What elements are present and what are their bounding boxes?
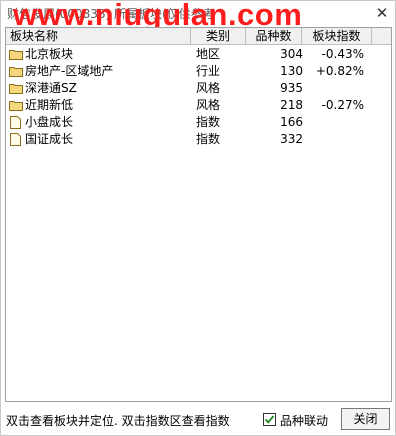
row-index [308,80,376,97]
row-count: 304 [280,47,303,61]
row-index: -0.27% [321,98,364,112]
column-header-index[interactable]: 板块指数 [302,28,372,44]
row-name: 深港通SZ [25,81,77,95]
column-header-count[interactable]: 品种数 [246,28,302,44]
row-index [308,131,376,148]
table-row[interactable]: 深港通SZ 风格 935 [6,80,391,97]
row-category: 风格 [196,98,221,112]
hint-text: 双击查看板块并定位. 双击指数区查看指数 [6,414,230,428]
row-count: 166 [280,115,303,129]
row-name: 北京板块 [25,47,74,61]
folder-icon [9,67,23,77]
row-category: 行业 [196,64,221,78]
sync-checkbox-label[interactable]: 品种联动 [280,412,328,429]
checkmark-icon [264,415,275,424]
table-row[interactable]: 近期新低 风格 218 -0.27% [6,97,391,114]
table-row[interactable]: 国证成长 指数 332 [6,131,391,148]
folder-icon [9,101,23,111]
footer-bar: 双击查看板块并定位. 双击指数区查看指数 品种联动 关闭 [1,403,395,435]
row-name: 国证成长 [25,132,74,146]
row-name: 房地产-区域地产 [25,64,114,78]
row-count: 130 [280,64,303,78]
folder-icon [9,84,23,94]
row-index [308,114,376,131]
row-category: 风格 [196,81,221,95]
document-icon [10,133,21,146]
column-header-category[interactable]: 类别 [191,28,246,44]
sync-checkbox[interactable] [263,413,276,426]
row-name: 近期新低 [25,98,74,112]
table-row[interactable]: 北京板块 地区 304 -0.43% [6,46,391,63]
row-index: -0.43% [321,47,364,61]
list-header: 板块名称 类别 品种数 板块指数 [6,28,391,45]
row-index: +0.82% [315,64,364,78]
close-button[interactable]: 关闭 [341,408,390,430]
row-name: 小盘成长 [25,115,74,129]
row-category: 地区 [196,47,221,61]
table-row[interactable]: 房地产-区域地产 行业 130 +0.82% [6,63,391,80]
folder-icon [9,50,23,60]
row-category: 指数 [196,115,221,129]
title-bar[interactable]: 财信发展(000838) 所属板块(仅供参考 www.niugulan.com … [1,0,395,32]
sector-dialog: 财信发展(000838) 所属板块(仅供参考 www.niugulan.com … [0,0,396,436]
close-icon[interactable]: ✕ [371,3,393,23]
row-count: 935 [280,81,303,95]
table-row[interactable]: 小盘成长 指数 166 [6,114,391,131]
row-category: 指数 [196,132,221,146]
row-count: 218 [280,98,303,112]
row-count: 332 [280,132,303,146]
sector-list[interactable]: 板块名称 类别 品种数 板块指数 北京板块 地区 304 -0.43% 房地产-区域地产… [5,27,392,402]
document-icon [10,116,21,129]
column-header-name[interactable]: 板块名称 [6,28,191,44]
